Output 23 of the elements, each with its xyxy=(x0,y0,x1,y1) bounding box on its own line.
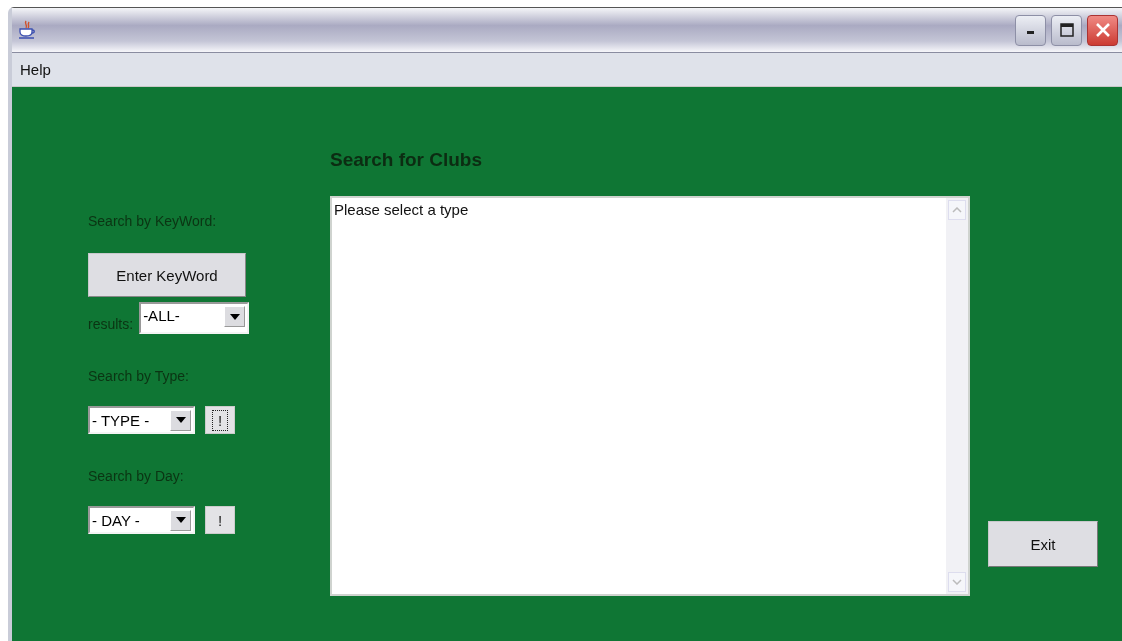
dropdown[interactable]: - DAY - xyxy=(88,506,195,534)
close-icon xyxy=(1093,21,1112,39)
caret-icon xyxy=(175,417,186,423)
caret-icon xyxy=(229,313,240,320)
search-button[interactable]: ! xyxy=(205,406,235,434)
search-button[interactable]: ! xyxy=(205,506,235,534)
output-text: Please select a type xyxy=(333,200,470,220)
results-dropdown[interactable]: -ALL- xyxy=(139,302,250,334)
exit-button[interactable]: Exit xyxy=(988,521,1098,567)
heading: Search for Clubs xyxy=(330,149,484,171)
maximize-icon xyxy=(1058,22,1075,38)
dropdown[interactable]: - TYPE - xyxy=(88,406,195,434)
field-label: Search by Type: xyxy=(88,368,189,384)
coffee-cup-icon xyxy=(18,20,36,40)
close-button[interactable] xyxy=(1087,14,1118,46)
maximize-button[interactable] xyxy=(1051,14,1082,46)
minimize-button[interactable] xyxy=(1015,14,1046,46)
menu-item[interactable]: Help xyxy=(20,61,51,78)
field-label: Search by Day: xyxy=(88,468,184,484)
field-label: results: xyxy=(88,316,134,334)
field-label: Search by KeyWord: xyxy=(88,213,217,229)
enter-keyword-button[interactable]: Enter KeyWord xyxy=(88,253,246,297)
caret-icon xyxy=(175,517,186,523)
